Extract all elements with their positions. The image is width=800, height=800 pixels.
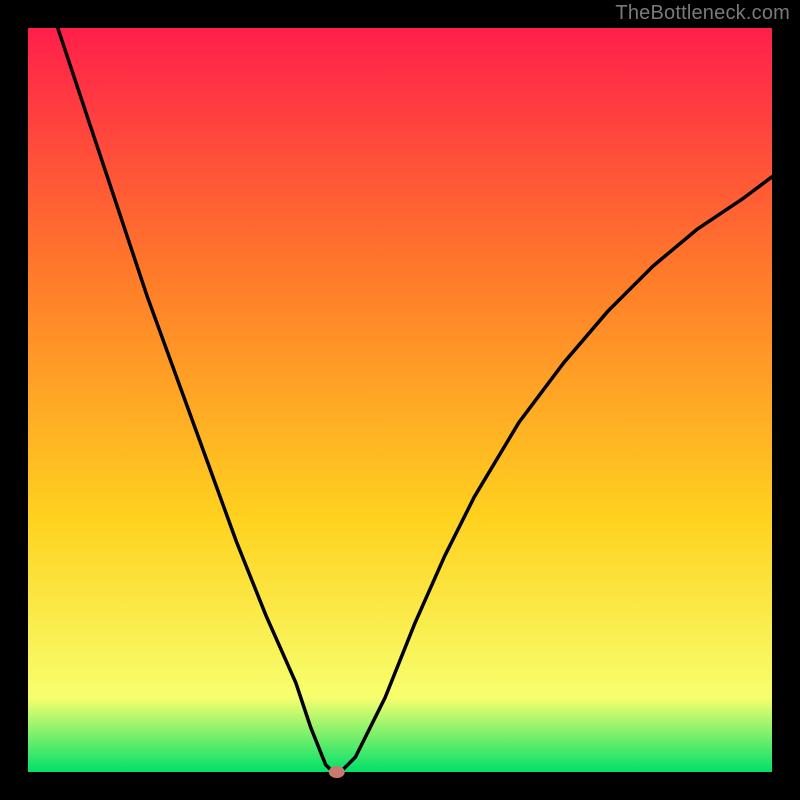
bottleneck-chart — [0, 0, 800, 800]
watermark-text: TheBottleneck.com — [615, 2, 790, 25]
chart-container: TheBottleneck.com — [0, 0, 800, 800]
optimal-point-marker — [329, 766, 345, 778]
